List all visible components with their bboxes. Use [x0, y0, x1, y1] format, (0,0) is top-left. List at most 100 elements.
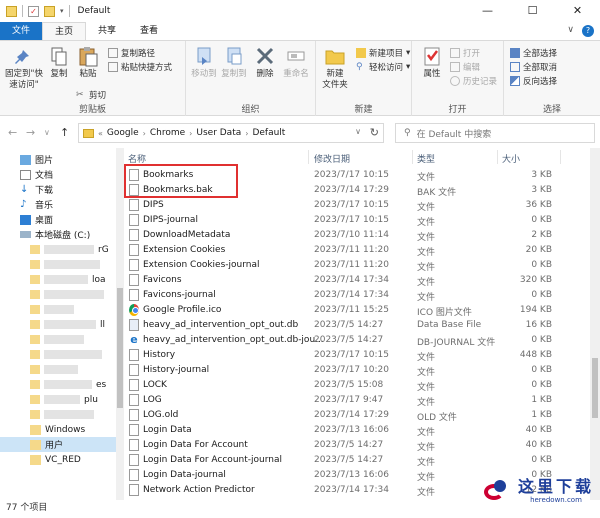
tab-file[interactable]: 文件	[0, 22, 43, 40]
crumb-chrome[interactable]: Chrome	[150, 128, 185, 138]
nav-item-pictures[interactable]: 图片	[0, 152, 116, 167]
overflow-chevron[interactable]: «	[98, 129, 103, 138]
nav-folder-blurred[interactable]: es	[0, 377, 116, 392]
file-row[interactable]: DownloadMetadata 2023/7/10 11:14 文件 2 KB	[124, 228, 590, 243]
tab-share[interactable]: 共享	[86, 22, 128, 40]
file-row[interactable]: Extension Cookies-journal 2023/7/11 11:20…	[124, 258, 590, 273]
new-item-button[interactable]: 新建项目 ▾	[356, 47, 410, 59]
close-button[interactable]: ✕	[555, 0, 600, 22]
scrollbar-thumb[interactable]	[117, 288, 123, 408]
nav-folder-blurred[interactable]	[0, 347, 116, 362]
nav-folder-blurred[interactable]	[0, 407, 116, 422]
nav-folder-blurred[interactable]: plu	[0, 392, 116, 407]
nav-folder-blurred[interactable]: loa	[0, 272, 116, 287]
nav-scrollbar[interactable]	[116, 148, 124, 500]
file-row[interactable]: LOG 2023/7/17 9:47 文件 1 KB	[124, 393, 590, 408]
file-type: 文件	[417, 263, 436, 273]
nav-item-drive-c[interactable]: 本地磁盘 (C:)	[0, 227, 116, 242]
new-folder-button[interactable]: 新建 文件夹	[318, 45, 352, 91]
nav-item-users[interactable]: 用户	[0, 437, 116, 452]
nav-folder-blurred[interactable]: rG	[0, 242, 116, 257]
nav-folder-blurred[interactable]	[0, 257, 116, 272]
cut-button[interactable]: ✂ 剪切	[76, 89, 106, 101]
scrollbar-thumb[interactable]	[592, 358, 598, 418]
edit-button[interactable]: 编辑	[450, 61, 480, 73]
file-row[interactable]: DIPS 2023/7/17 10:15 文件 36 KB	[124, 198, 590, 213]
invert-selection-button[interactable]: 反向选择	[510, 75, 557, 87]
rename-button[interactable]: 重命名	[280, 45, 312, 80]
expand-ribbon-icon[interactable]: ∨	[567, 25, 574, 37]
search-input[interactable]: ⚲ 在 Default 中搜索	[395, 123, 595, 143]
file-row[interactable]: Login Data For Account-journal 2023/7/5 1…	[124, 453, 590, 468]
open-button[interactable]: 打开	[450, 47, 480, 59]
nav-folder-blurred[interactable]	[0, 287, 116, 302]
address-path[interactable]: « Google › Chrome › User Data › Default ∨ ↻	[78, 123, 384, 143]
file-row[interactable]: Extension Cookies 2023/7/11 11:20 文件 20 KB	[124, 243, 590, 258]
file-row[interactable]: Google Profile.ico 2023/7/11 15:25 ICO 图片文…	[124, 303, 590, 318]
copy-label: 复制	[50, 69, 68, 79]
crumb-default[interactable]: Default	[252, 128, 285, 138]
file-row[interactable]: e heavy_ad_intervention_opt_out.db-jou...…	[124, 333, 590, 348]
maximize-button[interactable]: ☐	[510, 0, 555, 22]
file-type: DB-JOURNAL 文件	[417, 338, 496, 348]
nav-item-windows[interactable]: Windows	[0, 422, 116, 437]
easy-access-button[interactable]: ⚲ 轻松访问 ▾	[356, 61, 410, 73]
crumb-user-data[interactable]: User Data	[196, 128, 241, 138]
file-row[interactable]: Favicons 2023/7/14 17:34 文件 320 KB	[124, 273, 590, 288]
chevron-down-icon[interactable]: ▾	[60, 7, 64, 15]
nav-item-desktop[interactable]: 桌面	[0, 212, 116, 227]
desktop-icon	[20, 214, 31, 225]
select-all-button[interactable]: 全部选择	[510, 47, 557, 59]
properties-button[interactable]: 属性	[416, 45, 448, 80]
back-button[interactable]: ←	[8, 126, 17, 139]
file-size: 0 KB	[531, 260, 552, 270]
delete-button[interactable]: 删除	[254, 45, 276, 80]
move-to-button[interactable]: 移动到	[190, 45, 218, 80]
file-row[interactable]: Login Data For Account 2023/7/5 14:27 文件 40…	[124, 438, 590, 453]
help-icon[interactable]: ?	[582, 25, 594, 37]
file-row[interactable]: History-journal 2023/7/17 10:20 文件 0 KB	[124, 363, 590, 378]
title-bar: ✓ ▾ Default — ☐ ✕	[0, 0, 600, 22]
properties-check-icon[interactable]: ✓	[28, 5, 39, 17]
file-row[interactable]: LOG.old 2023/7/14 17:29 OLD 文件 1 KB	[124, 408, 590, 423]
history-button[interactable]: 历史记录	[450, 75, 497, 87]
nav-folder-blurred[interactable]	[0, 302, 116, 317]
tab-view[interactable]: 查看	[128, 22, 170, 40]
crumb-google[interactable]: Google	[107, 128, 139, 138]
file-row[interactable]: heavy_ad_intervention_opt_out.db 2023/7/5…	[124, 318, 590, 333]
copy-path-button[interactable]: 复制路径	[108, 47, 155, 59]
nav-item-vc-red[interactable]: VC_RED	[0, 452, 116, 467]
address-bar-row: ← → ∨ ↑ « Google › Chrome › User Data › Def…	[0, 116, 600, 148]
new-folder-quick-icon[interactable]	[44, 5, 55, 17]
paste-shortcut-button[interactable]: 粘贴快捷方式	[108, 61, 172, 73]
file-row[interactable]: Login Data 2023/7/13 16:06 文件 40 KB	[124, 423, 590, 438]
forward-button[interactable]: →	[26, 126, 35, 139]
nav-folder-blurred[interactable]	[0, 332, 116, 347]
up-button[interactable]: ↑	[60, 126, 69, 139]
select-none-button[interactable]: 全部取消	[510, 61, 557, 73]
paste-button[interactable]: 粘贴	[74, 45, 102, 80]
nav-folder-blurred[interactable]: ll	[0, 317, 116, 332]
nav-item-documents[interactable]: 文档	[0, 167, 116, 182]
nav-folder-blurred[interactable]	[0, 362, 116, 377]
chevron-down-icon[interactable]: ∨	[355, 127, 361, 136]
recent-locations-button[interactable]: ∨	[44, 128, 50, 137]
file-row[interactable]: DIPS-journal 2023/7/17 10:15 文件 0 KB	[124, 213, 590, 228]
minimize-button[interactable]: —	[465, 0, 510, 22]
invert-selection-label: 反向选择	[523, 77, 558, 87]
column-type[interactable]: 类型	[417, 152, 435, 165]
file-row[interactable]: Favicons-journal 2023/7/14 17:34 文件 0 KB	[124, 288, 590, 303]
file-size: 3 KB	[531, 185, 552, 195]
file-list-scrollbar[interactable]	[590, 148, 600, 500]
column-modified[interactable]: 修改日期	[314, 152, 350, 165]
copy-to-button[interactable]: 复制到	[220, 45, 248, 80]
copy-button[interactable]: 复制	[46, 45, 72, 80]
nav-item-downloads[interactable]: ↓ 下载	[0, 182, 116, 197]
pin-quick-access-button[interactable]: 固定到"快 速访问"	[4, 45, 44, 91]
file-row[interactable]: LOCK 2023/7/5 15:08 文件 0 KB	[124, 378, 590, 393]
refresh-icon[interactable]: ↻	[370, 126, 379, 139]
nav-item-music[interactable]: ♪ 音乐	[0, 197, 116, 212]
file-row[interactable]: History 2023/7/17 10:15 文件 448 KB	[124, 348, 590, 363]
column-size[interactable]: 大小	[502, 152, 520, 165]
tab-home[interactable]: 主页	[42, 22, 87, 40]
